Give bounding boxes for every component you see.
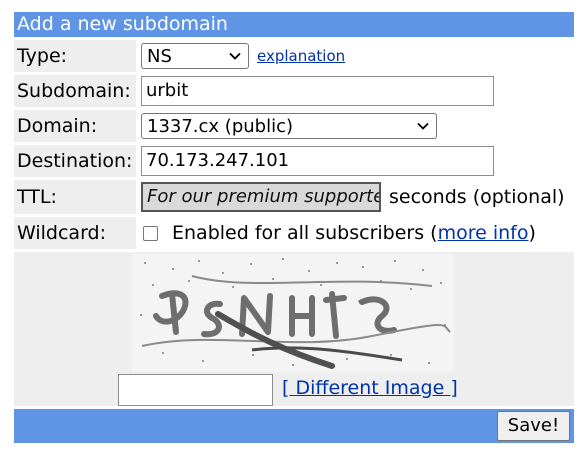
ttl-suffix: seconds (optional) <box>389 186 565 208</box>
different-image-close[interactable]: ] <box>450 377 457 399</box>
wildcard-text: Enabled for all subscribers ( <box>172 222 438 244</box>
different-image-open[interactable]: [ <box>282 377 295 399</box>
explanation-link[interactable]: explanation <box>257 47 345 65</box>
chevron-down-icon <box>229 52 241 60</box>
type-select[interactable]: NS <box>141 43 249 69</box>
form-footer: Save! <box>14 409 574 443</box>
wildcard-checkbox[interactable] <box>143 225 158 241</box>
ttl-row: TTL: For our premium supporte seconds (o… <box>14 180 574 214</box>
captcha-section: [ Different Image ] <box>14 252 574 406</box>
domain-select-value: 1337.cx (public) <box>147 115 294 137</box>
more-info-link[interactable]: more info <box>438 222 529 244</box>
subdomain-row: Subdomain: urbit <box>14 75 574 107</box>
different-image-link[interactable]: Different Image <box>295 377 450 399</box>
domain-row: Domain: 1337.cx (public) <box>14 110 574 142</box>
chevron-down-icon <box>417 122 429 130</box>
domain-select[interactable]: 1337.cx (public) <box>141 113 437 139</box>
wildcard-label: Wildcard: <box>14 217 136 249</box>
save-button[interactable]: Save! <box>497 411 570 441</box>
ttl-label: TTL: <box>14 180 136 214</box>
type-row: Type: NS explanation <box>14 40 574 72</box>
captcha-input[interactable] <box>118 374 273 406</box>
different-image-control: [ Different Image ] <box>282 377 458 399</box>
add-subdomain-form: Add a new subdomain Type: NS explanation… <box>14 12 574 443</box>
captcha-image <box>132 254 454 372</box>
form-title: Add a new subdomain <box>14 12 574 37</box>
subdomain-input[interactable]: urbit <box>141 76 494 106</box>
destination-input[interactable]: 70.173.247.101 <box>141 146 494 176</box>
wildcard-text-close: ) <box>528 222 536 244</box>
domain-label: Domain: <box>14 110 136 142</box>
destination-label: Destination: <box>14 145 136 177</box>
destination-row: Destination: 70.173.247.101 <box>14 145 574 177</box>
type-select-value: NS <box>147 45 172 67</box>
ttl-input[interactable]: For our premium supporte <box>141 182 381 212</box>
subdomain-label: Subdomain: <box>14 75 136 107</box>
type-label: Type: <box>14 40 136 72</box>
wildcard-row: Wildcard: Enabled for all subscribers (m… <box>14 217 574 249</box>
